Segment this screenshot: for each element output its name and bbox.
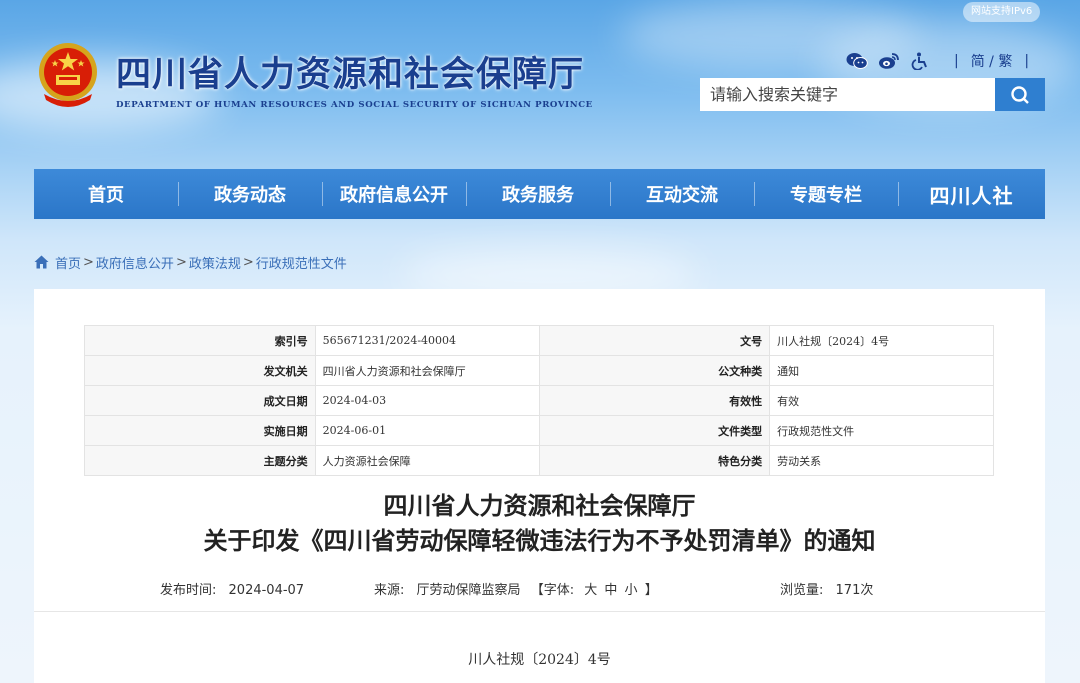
meta-key: 公文种类 <box>538 355 771 386</box>
site-title: 四川省人力资源和社会保障厅 <box>116 54 585 95</box>
tools-separator: | <box>1024 53 1030 69</box>
national-emblem-icon <box>39 43 97 107</box>
table-row: 实施日期 2024-06-01 文件类型 行政规范性文件 <box>84 415 994 446</box>
font-size-label: 【字体: <box>530 583 575 598</box>
meta-key: 索引号 <box>84 325 316 356</box>
article-title-line2: 关于印发《四川省劳动保障轻微违法行为不予处罚清单》的通知 <box>203 526 876 555</box>
meta-key: 文件类型 <box>538 415 771 446</box>
font-small-button[interactable]: 小 <box>625 583 638 598</box>
document-number: 川人社规〔2024〕4号 <box>468 652 611 668</box>
nav-interaction[interactable]: 互动交流 <box>610 169 754 219</box>
meta-value: 行政规范性文件 <box>769 415 994 446</box>
nav-special-topics[interactable]: 专题专栏 <box>754 169 898 219</box>
home-icon <box>34 255 49 269</box>
nav-home[interactable]: 首页 <box>34 169 178 219</box>
breadcrumb-policies[interactable]: 政策法规 <box>189 253 241 272</box>
ipv6-badge: 网站支持IPv6 <box>963 2 1041 22</box>
header-tools: | 简 / 繁 | <box>846 50 1041 72</box>
article-content: 索引号 565671231/2024-40004 文号 川人社规〔2024〕4号… <box>34 289 1045 683</box>
meta-value: 565671231/2024-40004 <box>314 325 540 356</box>
divider <box>34 611 1045 612</box>
table-row: 发文机关 四川省人力资源和社会保障厅 公文种类 通知 <box>84 355 994 386</box>
wechat-icon[interactable] <box>846 51 868 71</box>
search-button[interactable] <box>995 78 1045 111</box>
meta-value: 2024-06-01 <box>314 415 540 446</box>
views-count: 171次 <box>835 583 874 598</box>
search-icon <box>1011 85 1029 104</box>
breadcrumb-separator: > <box>242 254 254 270</box>
accessibility-icon[interactable] <box>910 51 932 71</box>
breadcrumb-information-disclosure[interactable]: 政府信息公开 <box>96 253 174 272</box>
meta-key: 主题分类 <box>84 445 316 476</box>
meta-value: 有效 <box>769 385 994 416</box>
document-metadata-table: 索引号 565671231/2024-40004 文号 川人社规〔2024〕4号… <box>84 325 994 476</box>
views-info: 浏览量: 171次 <box>780 579 873 598</box>
table-row: 成文日期 2024-04-03 有效性 有效 <box>84 385 994 416</box>
meta-key: 有效性 <box>538 385 771 416</box>
publish-label: 发布时间: <box>160 583 217 598</box>
meta-key: 文号 <box>538 325 771 356</box>
breadcrumb-separator: > <box>83 254 94 270</box>
font-large-button[interactable]: 大 <box>584 583 597 598</box>
meta-value: 人力资源社会保障 <box>314 445 540 476</box>
publish-info: 发布时间: 2024-04-07 <box>160 579 304 598</box>
source-info: 来源: 厅劳动保障监察局 【字体: 大 中 小 】 <box>374 579 658 598</box>
breadcrumb-home[interactable]: 首页 <box>55 253 81 272</box>
breadcrumb: 首页 > 政府信息公开 > 政策法规 > 行政规范性文件 <box>34 253 347 272</box>
table-row: 主题分类 人力资源社会保障 特色分类 劳动关系 <box>84 445 994 476</box>
meta-key: 实施日期 <box>84 415 316 446</box>
main-nav: 首页 政务动态 政府信息公开 政务服务 互动交流 专题专栏 四川人社 <box>34 169 1045 219</box>
weibo-icon[interactable] <box>878 51 900 71</box>
site-header: 四川省人力资源和社会保障厅 DEPARTMENT OF HUMAN RESOUR… <box>0 0 1080 160</box>
meta-key: 特色分类 <box>538 445 771 476</box>
breadcrumb-normative-documents[interactable]: 行政规范性文件 <box>256 253 347 272</box>
meta-value: 通知 <box>769 355 994 386</box>
search-input[interactable] <box>700 78 995 111</box>
article-title-line1: 四川省人力资源和社会保障厅 <box>383 491 696 520</box>
meta-value: 四川省人力资源和社会保障厅 <box>314 355 540 386</box>
table-row: 索引号 565671231/2024-40004 文号 川人社规〔2024〕4号 <box>84 325 994 356</box>
search-box <box>700 78 1045 111</box>
meta-value: 2024-04-03 <box>314 385 540 416</box>
views-label: 浏览量: <box>780 583 824 598</box>
font-size-bracket: 】 <box>644 583 658 598</box>
language-toggle[interactable]: 简 / 繁 <box>971 51 1013 71</box>
publish-date: 2024-04-07 <box>228 583 305 598</box>
meta-value: 川人社规〔2024〕4号 <box>769 325 994 356</box>
source-label: 来源: <box>374 583 405 598</box>
nav-information-disclosure[interactable]: 政府信息公开 <box>322 169 466 219</box>
nav-government-services[interactable]: 政务服务 <box>466 169 610 219</box>
meta-key: 发文机关 <box>84 355 316 386</box>
breadcrumb-separator: > <box>175 254 187 270</box>
tools-separator: | <box>954 53 959 69</box>
source-value: 厅劳动保障监察局 <box>416 583 521 598</box>
nav-government-news[interactable]: 政务动态 <box>178 169 322 219</box>
site-title-english: DEPARTMENT OF HUMAN RESOURCES AND SOCIAL… <box>116 100 593 110</box>
meta-key: 成文日期 <box>84 385 316 416</box>
font-medium-button[interactable]: 中 <box>604 583 617 598</box>
meta-value: 劳动关系 <box>769 445 994 476</box>
nav-sichuan-hrss-brand[interactable]: 四川人社 <box>898 169 1045 219</box>
